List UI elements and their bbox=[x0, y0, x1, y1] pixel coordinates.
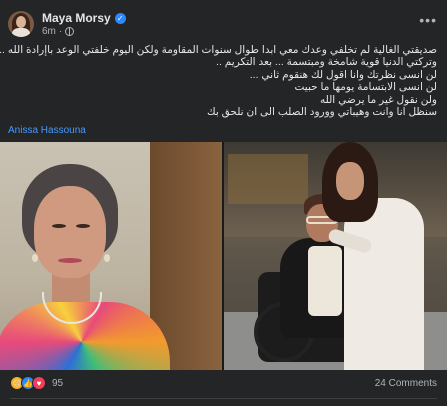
post-time[interactable]: 6m bbox=[42, 26, 56, 37]
post-text-line: سنظل انا وانت وهيباتي وورود الصلب الى ان… bbox=[206, 106, 437, 119]
love-reaction-icon: ♥ bbox=[32, 376, 46, 390]
footer-divider bbox=[10, 398, 437, 399]
post-text-line: لن انسى الابتسامة يومها ما حبيت bbox=[294, 81, 437, 94]
post-header: Maya Morsy ✓ 6m · bbox=[8, 8, 126, 40]
post-text-line: ولن نقول غير ما يرضي الله bbox=[319, 93, 437, 106]
comments-count-link[interactable]: 24 Comments bbox=[375, 378, 437, 389]
post-footer: ☹ 👍 ♥ 95 24 Comments bbox=[0, 370, 447, 396]
portrait-photo[interactable] bbox=[0, 142, 222, 370]
author-name[interactable]: Maya Morsy bbox=[42, 11, 111, 25]
facebook-post: Maya Morsy ✓ 6m · ••• صديقتي الغالية لم … bbox=[0, 0, 447, 406]
post-text-line: صديقتي الغالية لم تخلفي وعدك معي ابدا طو… bbox=[0, 44, 437, 56]
post-text: صديقتي الغالية لم تخلفي وعدك معي ابدا طو… bbox=[0, 44, 437, 119]
post-text-line: لن انسى نظرتك وانا اقول لك هنقوم ثاني ..… bbox=[249, 68, 437, 81]
author-avatar[interactable] bbox=[8, 11, 34, 37]
post-timestamp-row: 6m · bbox=[42, 26, 126, 37]
event-photo[interactable] bbox=[224, 142, 447, 370]
more-options-icon[interactable]: ••• bbox=[419, 12, 437, 28]
author-meta: Maya Morsy ✓ 6m · bbox=[42, 11, 126, 37]
post-photos bbox=[0, 142, 447, 370]
dot-separator: · bbox=[58, 26, 63, 37]
verified-badge-icon: ✓ bbox=[114, 12, 126, 24]
author-name-row: Maya Morsy ✓ bbox=[42, 11, 126, 25]
reaction-summary[interactable]: ☹ 👍 ♥ 95 bbox=[10, 376, 63, 390]
tagged-person-link[interactable]: Anissa Hassouna bbox=[8, 125, 86, 136]
post-text-line: وتركتي الدنيا قوية شامخة ومبتسمة ... بعد… bbox=[216, 56, 437, 69]
public-globe-icon[interactable] bbox=[65, 27, 75, 36]
reaction-count: 95 bbox=[52, 377, 64, 389]
